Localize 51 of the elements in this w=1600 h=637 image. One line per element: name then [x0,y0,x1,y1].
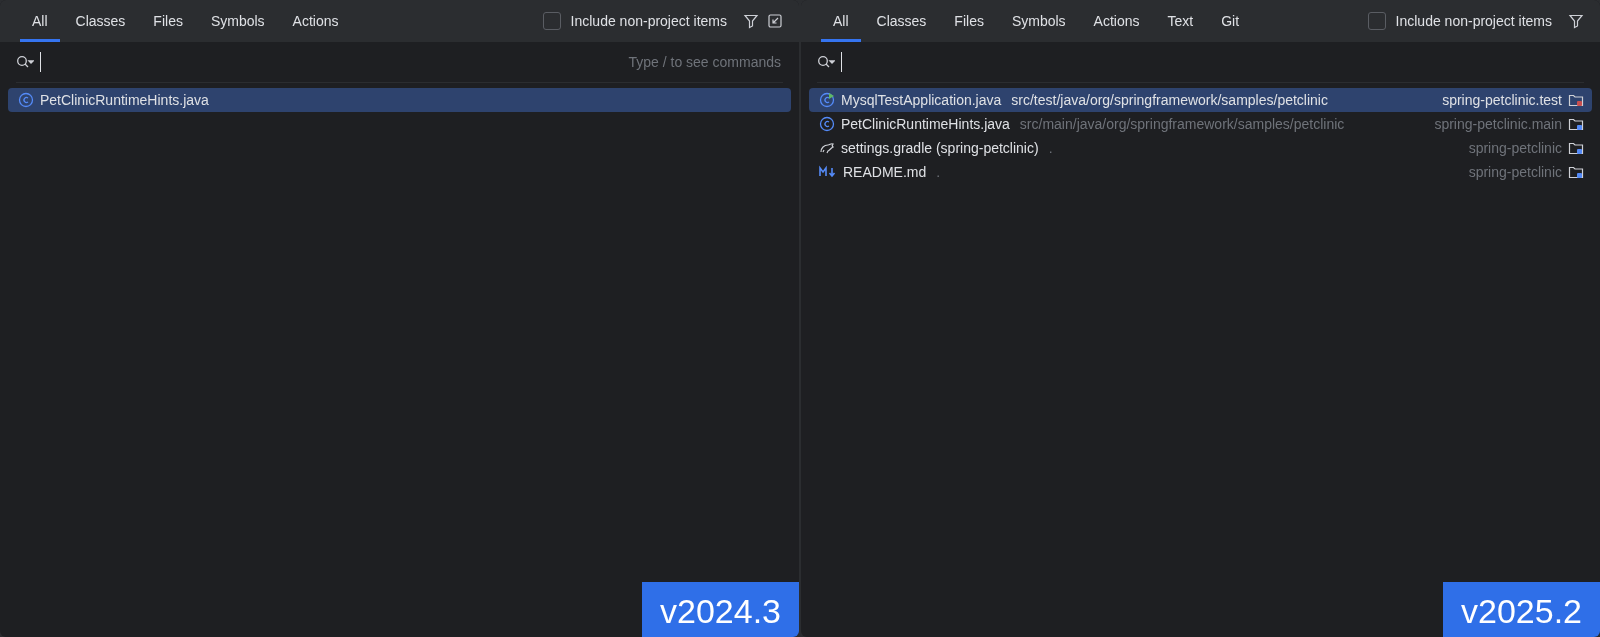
module-folder-icon [1568,92,1584,108]
file-path: src/main/java/org/springframework/samples/petclinic [1019,116,1345,132]
checkbox[interactable] [542,12,561,30]
tab[interactable]: Git [1209,0,1252,42]
filter-icon[interactable] [743,13,759,29]
class-icon [819,116,835,132]
tab[interactable]: Classes [864,0,939,42]
tab[interactable]: Actions [1081,0,1152,42]
checkbox[interactable] [1367,12,1386,30]
file-name: MysqlTestApplication.java [841,92,1002,108]
result-row[interactable]: MysqlTestApplication.java src/test/java/org/springframework/samples/petclinic spring-petclinic.test [809,88,1592,112]
run-class-icon [819,92,835,108]
version-badge: v2025.2 [1443,582,1600,637]
module-folder-icon [1568,164,1584,180]
tab[interactable]: Actions [280,0,351,42]
tab[interactable]: Text [1155,0,1206,42]
tab[interactable]: Files [141,0,195,42]
module-name: spring-petclinic.test [1442,92,1562,108]
result-row[interactable]: PetClinicRuntimeHints.java [8,88,791,112]
file-path: . [1048,140,1053,156]
tab[interactable]: All [821,0,861,42]
search-icon[interactable] [16,55,34,69]
file-name: README.md [843,164,927,180]
checkbox-label: Include non-project items [570,13,727,29]
search-icon[interactable] [817,55,835,69]
tab[interactable]: Classes [63,0,138,42]
result-row[interactable]: PetClinicRuntimeHints.java src/main/java/org/springframework/samples/petclinic spring-petclinic.main [809,112,1592,136]
file-name: PetClinicRuntimeHints.java [40,92,209,108]
filter-icon[interactable] [1568,13,1584,29]
collapse-icon[interactable] [767,13,783,29]
file-path: . [936,164,941,180]
result-row[interactable]: settings.gradle (spring-petclinic) . spring-petclinic [809,136,1592,160]
file-name: settings.gradle (spring-petclinic) [841,140,1039,156]
markdown-icon [819,165,837,179]
tab[interactable]: All [20,0,60,42]
checkbox-label: Include non-project items [1395,13,1552,29]
module-name: spring-petclinic [1468,140,1562,156]
class-icon [18,92,34,108]
tab[interactable]: Files [942,0,996,42]
file-path: src/test/java/org/springframework/samples/petclinic [1011,92,1328,108]
module-name: spring-petclinic.main [1434,116,1562,132]
module-folder-icon [1568,116,1584,132]
version-badge: v2024.3 [642,582,799,637]
result-row[interactable]: README.md . spring-petclinic [809,160,1592,184]
tab[interactable]: Symbols [999,0,1078,42]
search-field[interactable]: Type / to see commands [40,52,783,72]
elephant-icon [819,140,835,156]
tab[interactable]: Symbols [198,0,277,42]
module-folder-icon [1568,140,1584,156]
file-name: PetClinicRuntimeHints.java [841,116,1010,132]
module-name: spring-petclinic [1468,164,1562,180]
